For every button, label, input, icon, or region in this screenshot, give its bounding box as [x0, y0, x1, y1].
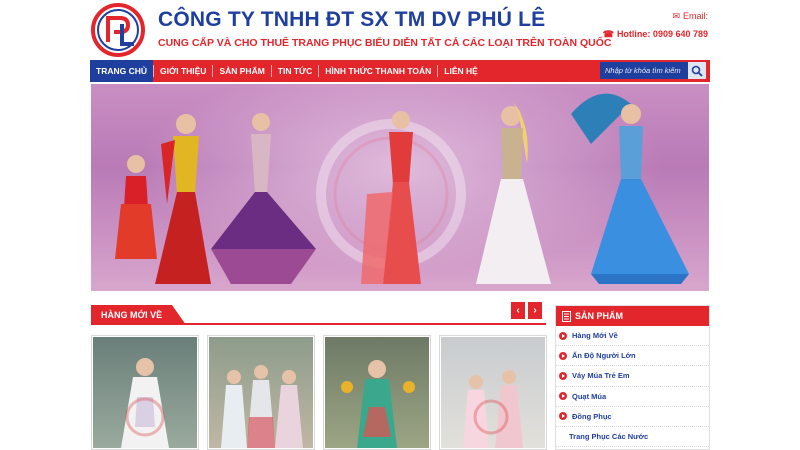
envelope-icon: ✉ [672, 11, 680, 21]
phone-icon: ☎ [602, 29, 614, 39]
main-nav: TRANG CHỦ GIỚI THIỆU SẢN PHẨM TIN TỨC HÌ… [90, 60, 710, 82]
email-label: Email: [682, 11, 708, 21]
contact-hotline[interactable]: ☎ Hotline: 0909 640 789 [603, 29, 708, 40]
sidebar-item-dance-fans[interactable]: Quạt Múa [556, 387, 709, 407]
site-header: CÔNG TY TNHH ĐT SX TM DV PHÚ LÊ CUNG CẤP… [90, 0, 712, 60]
nav-about[interactable]: GIỚI THIỆU [154, 60, 212, 82]
sidebar-item-indian-adult[interactable]: Ấn Độ Người Lớn [556, 346, 709, 367]
search-button[interactable] [688, 62, 706, 79]
sidebar-item-uniforms[interactable]: Đồng Phục [556, 407, 709, 427]
nav-contact[interactable]: LIÊN HỆ [438, 60, 484, 82]
product-card[interactable] [439, 335, 547, 450]
sidebar-item-label: Đồng Phục [572, 411, 612, 421]
search-box [600, 62, 706, 80]
next-button[interactable]: › [528, 302, 542, 319]
sidebar-item-label: Trang Phục Các Nước [569, 432, 649, 442]
nav-home[interactable]: TRANG CHỦ [90, 60, 153, 82]
new-goods-header: HÀNG MỚI VỀ ‹ › [91, 302, 546, 325]
nav-products[interactable]: SẢN PHẨM [213, 60, 270, 82]
product-sidebar: SẢN PHẨM Hàng Mới Về Ấn Độ Người Lớn Váy… [555, 305, 710, 450]
product-image [325, 337, 429, 448]
banner-dancers-image [115, 93, 689, 284]
chevron-right-icon [559, 351, 567, 360]
sidebar-item-label: Ấn Độ Người Lớn [572, 351, 636, 361]
sidebar-title: SẢN PHẨM [575, 311, 624, 321]
product-card[interactable] [207, 335, 315, 450]
contact-email[interactable]: ✉ Email: [672, 11, 708, 22]
search-icon [691, 65, 703, 77]
nav-news[interactable]: TIN TỨC [272, 60, 318, 82]
product-carousel [91, 335, 547, 450]
product-photo [121, 358, 169, 448]
sidebar-item-new-arrivals[interactable]: Hàng Mới Về [556, 326, 709, 347]
product-card[interactable] [91, 335, 199, 450]
product-image [441, 337, 545, 448]
nav-payment[interactable]: HÌNH THỨC THANH TOÁN [319, 60, 437, 82]
page: CÔNG TY TNHH ĐT SX TM DV PHÚ LÊ CUNG CẤP… [0, 0, 800, 450]
company-logo[interactable] [90, 2, 146, 58]
company-tagline: CUNG CẤP VÀ CHO THUÊ TRANG PHỤC BIỂU DIỄ… [158, 37, 612, 49]
chevron-right-icon [559, 371, 567, 380]
hotline-text: Hotline: 0909 640 789 [616, 29, 708, 39]
search-input[interactable] [600, 62, 688, 79]
sidebar-header: SẢN PHẨM [556, 306, 709, 326]
chevron-right-icon [559, 331, 567, 340]
document-icon [562, 310, 571, 322]
company-name: CÔNG TY TNHH ĐT SX TM DV PHÚ LÊ [158, 8, 546, 31]
carousel-controls: ‹ › [511, 302, 542, 319]
sidebar-item-kids-dance[interactable]: Váy Múa Trẻ Em [556, 366, 709, 387]
sidebar-item-label: Váy Múa Trẻ Em [572, 371, 630, 381]
chevron-right-icon [559, 392, 567, 401]
prev-button[interactable]: ‹ [511, 302, 525, 319]
section-title: HÀNG MỚI VỀ [91, 305, 187, 325]
sidebar-item-international[interactable]: Trang Phục Các Nước [556, 427, 709, 448]
hero-banner[interactable] [91, 84, 709, 291]
product-photo [341, 360, 415, 448]
product-photo [221, 365, 303, 448]
sidebar-item-label: Hàng Mới Về [572, 331, 618, 341]
chevron-right-icon [559, 412, 567, 421]
product-image [209, 337, 313, 448]
product-image [93, 337, 197, 448]
sidebar-item-label: Quạt Múa [572, 391, 607, 401]
product-card[interactable] [323, 335, 431, 450]
product-photo [463, 370, 523, 448]
